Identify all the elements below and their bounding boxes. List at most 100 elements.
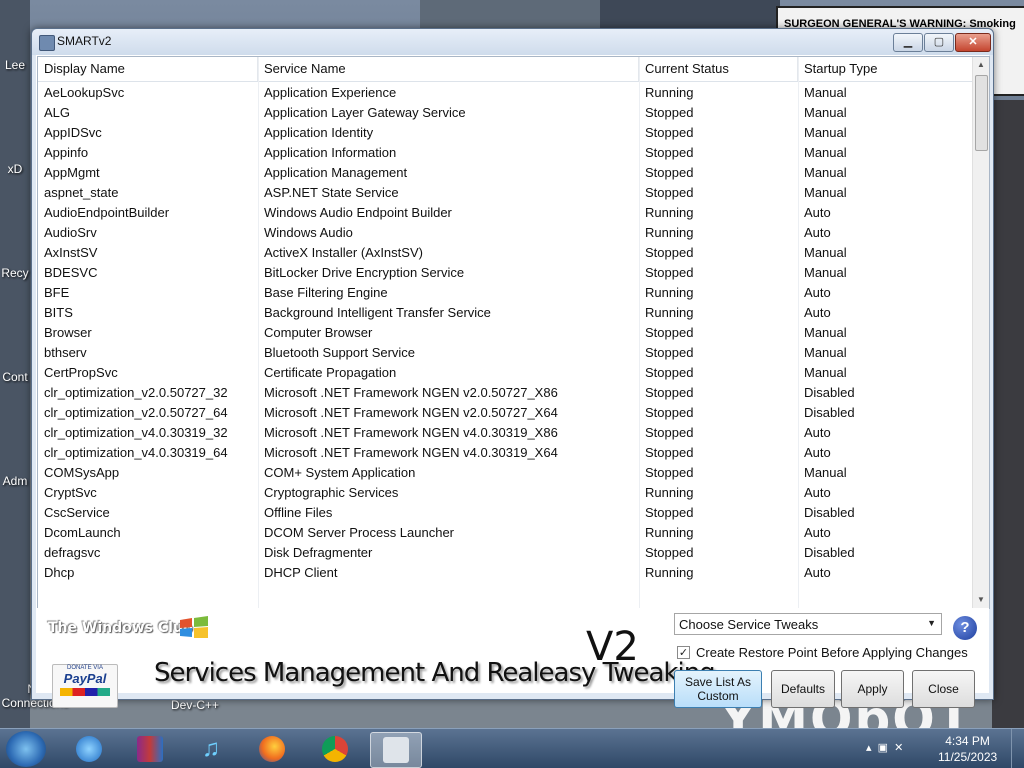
cell-status: Stopped bbox=[645, 545, 694, 560]
table-row[interactable]: Dhcp DHCP Client Running Auto bbox=[38, 563, 972, 583]
minimize-button[interactable]: ▁ bbox=[893, 33, 923, 52]
table-row[interactable]: defragsvc Disk Defragmenter Stopped Disable… bbox=[38, 543, 972, 563]
restore-point-label: Create Restore Point Before Applying Cha… bbox=[696, 645, 968, 660]
building bbox=[992, 100, 1024, 728]
show-desktop-button[interactable] bbox=[1011, 729, 1024, 768]
table-row[interactable]: BFE Base Filtering Engine Running Auto bbox=[38, 283, 972, 303]
cell-service-name: Application Management bbox=[264, 165, 408, 180]
cell-display-name: BITS bbox=[44, 305, 73, 320]
cell-startup-type: Auto bbox=[804, 425, 831, 440]
cell-service-name: Certificate Propagation bbox=[264, 365, 397, 380]
column-header-current-status[interactable]: Current Status bbox=[639, 57, 798, 81]
cell-status: Stopped bbox=[645, 345, 694, 360]
defaults-button[interactable]: Defaults bbox=[771, 670, 835, 708]
service-tweaks-select[interactable]: Choose Service Tweaks ▼ bbox=[674, 613, 942, 635]
table-row[interactable]: AeLookupSvc Application Experience Running… bbox=[38, 83, 972, 103]
cell-startup-type: Manual bbox=[804, 465, 847, 480]
table-row[interactable]: Browser Computer Browser Stopped Manual bbox=[38, 323, 972, 343]
chrome-icon bbox=[322, 736, 348, 762]
cell-startup-type: Manual bbox=[804, 345, 847, 360]
chevron-down-icon: ▼ bbox=[927, 618, 936, 628]
cell-status: Running bbox=[645, 205, 694, 220]
taskbar-app-chrome[interactable] bbox=[310, 732, 360, 766]
brand-title: Services Management And Realeasy Tweakin… bbox=[154, 658, 716, 688]
taskbar-app-firefox[interactable] bbox=[247, 732, 297, 766]
cell-status: Stopped bbox=[645, 125, 694, 140]
table-row[interactable]: bthserv Bluetooth Support Service Stopped M… bbox=[38, 343, 972, 363]
column-header-service-name[interactable]: Service Name bbox=[258, 57, 639, 81]
restore-point-checkbox[interactable]: ✓ bbox=[677, 646, 690, 659]
cell-status: Stopped bbox=[645, 265, 694, 280]
table-row[interactable]: BITS Background Intelligent Transfer Serv… bbox=[38, 303, 972, 323]
close-window-button[interactable]: ✕ bbox=[955, 33, 991, 52]
table-row[interactable]: COMSysApp COM+ System Application Stopped M… bbox=[38, 463, 972, 483]
table-row[interactable]: AudioEndpointBuilder Windows Audio Endpoi… bbox=[38, 203, 972, 223]
table-row[interactable]: clr_optimization_v2.0.50727_64 Microsoft … bbox=[38, 403, 972, 423]
scroll-up-arrow-icon[interactable]: ▲ bbox=[973, 57, 989, 73]
taskbar-app-winrar[interactable] bbox=[125, 732, 175, 766]
table-row[interactable]: AppIDSvc Application Identity Stopped Manua… bbox=[38, 123, 972, 143]
cell-startup-type: Manual bbox=[804, 105, 847, 120]
table-row[interactable]: BDESVC BitLocker Drive Encryption Service… bbox=[38, 263, 972, 283]
save-list-button[interactable]: Save List As Custom bbox=[674, 670, 762, 708]
scroll-down-arrow-icon[interactable]: ▼ bbox=[973, 592, 989, 608]
paypal-donate-button[interactable]: DONATE VIA PayPal bbox=[52, 664, 118, 708]
table-row[interactable]: ALG Application Layer Gateway Service Stop… bbox=[38, 103, 972, 123]
taskbar-app-itunes[interactable]: ♫ bbox=[186, 732, 236, 766]
close-button[interactable]: Close bbox=[912, 670, 975, 708]
table-row[interactable]: CertPropSvc Certificate Propagation Stoppe… bbox=[38, 363, 972, 383]
paypal-logo: PayPal bbox=[63, 671, 107, 686]
save-list-label-line1: Save List As bbox=[684, 675, 752, 689]
cell-service-name: Cryptographic Services bbox=[264, 485, 399, 500]
smart-icon bbox=[383, 737, 409, 763]
desktop-icon-devcpp[interactable]: Dev-C++ bbox=[160, 698, 230, 712]
table-row[interactable]: AxInstSV ActiveX Installer (AxInstSV) Stop… bbox=[38, 243, 972, 263]
cell-display-name: defragsvc bbox=[44, 545, 101, 560]
cell-display-name: AudioEndpointBuilder bbox=[44, 205, 170, 220]
cell-service-name: COM+ System Application bbox=[264, 465, 416, 480]
cell-startup-type: Manual bbox=[804, 165, 847, 180]
vertical-scrollbar[interactable]: ▲ ▼ bbox=[972, 57, 989, 608]
table-row[interactable]: Appinfo Application Information Stopped Man… bbox=[38, 143, 972, 163]
start-button[interactable] bbox=[6, 731, 46, 767]
cell-display-name: CryptSvc bbox=[44, 485, 97, 500]
system-tray[interactable]: ▴ ▣ ✕ bbox=[866, 741, 903, 754]
column-header-startup-type[interactable]: Startup Type bbox=[798, 57, 973, 81]
column-header-display-name[interactable]: Display Name bbox=[38, 57, 258, 81]
taskbar-app-internet-explorer[interactable] bbox=[64, 732, 114, 766]
apply-button[interactable]: Apply bbox=[841, 670, 904, 708]
cell-display-name: Browser bbox=[44, 325, 92, 340]
taskbar-app-smart[interactable] bbox=[370, 732, 422, 768]
table-row[interactable]: CryptSvc Cryptographic Services Running Aut… bbox=[38, 483, 972, 503]
table-row[interactable]: clr_optimization_v2.0.50727_32 Microsoft … bbox=[38, 383, 972, 403]
cell-startup-type: Manual bbox=[804, 365, 847, 380]
table-row[interactable]: AppMgmt Application Management Stopped Manu… bbox=[38, 163, 972, 183]
table-row[interactable]: clr_optimization_v4.0.30319_32 Microsoft … bbox=[38, 423, 972, 443]
cell-startup-type: Manual bbox=[804, 85, 847, 100]
windows-flag-icon bbox=[180, 616, 208, 638]
maximize-button[interactable]: ▢ bbox=[924, 33, 954, 52]
cell-status: Stopped bbox=[645, 105, 694, 120]
cell-service-name: DCOM Server Process Launcher bbox=[264, 525, 455, 540]
table-row[interactable]: CscService Offline Files Stopped Disabled bbox=[38, 503, 972, 523]
table-row[interactable]: clr_optimization_v4.0.30319_64 Microsoft … bbox=[38, 443, 972, 463]
cell-startup-type: Manual bbox=[804, 125, 847, 140]
clock[interactable]: 4:34 PM 11/25/2023 bbox=[938, 733, 997, 765]
window-title: SMARTv2 bbox=[57, 34, 112, 48]
bottom-panel: The Windows Club DONATE VIA PayPal V2 Se… bbox=[36, 608, 989, 708]
services-list[interactable]: Display Name Service Name Current Status… bbox=[37, 56, 990, 609]
cell-service-name: Background Intelligent Transfer Service bbox=[264, 305, 491, 320]
cell-service-name: Application Layer Gateway Service bbox=[264, 105, 466, 120]
help-icon[interactable]: ? bbox=[953, 616, 977, 640]
cell-status: Stopped bbox=[645, 185, 694, 200]
table-row[interactable]: AudioSrv Windows Audio Running Auto bbox=[38, 223, 972, 243]
cell-display-name: AxInstSV bbox=[44, 245, 98, 260]
clock-date: 11/25/2023 bbox=[938, 750, 998, 764]
table-row[interactable]: aspnet_state ASP.NET State Service Stopped… bbox=[38, 183, 972, 203]
cell-service-name: DHCP Client bbox=[264, 565, 338, 580]
cell-startup-type: Auto bbox=[804, 565, 831, 580]
table-row[interactable]: DcomLaunch DCOM Server Process Launcher Ru… bbox=[38, 523, 972, 543]
title-bar[interactable]: SMARTv2 ▁ ▢ ✕ bbox=[32, 29, 993, 55]
scroll-thumb[interactable] bbox=[975, 75, 988, 151]
list-rows: AeLookupSvc Application Experience Running… bbox=[38, 83, 972, 583]
